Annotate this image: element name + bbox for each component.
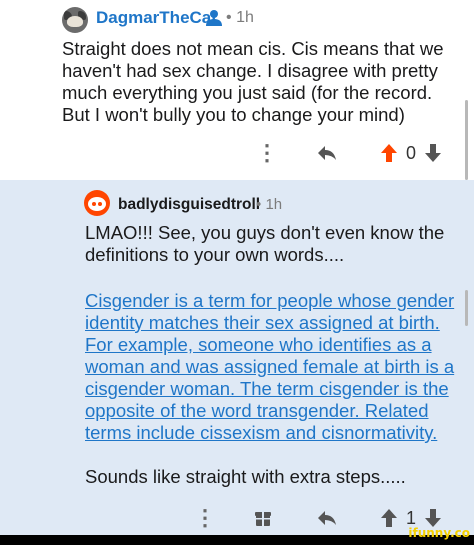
avatar-eye [98,202,102,206]
comment-author[interactable]: DagmarTheCat [96,8,217,28]
more-options-icon[interactable]: ⋮ [256,141,278,165]
comment-meta: • 1h [256,196,283,213]
comment-meta: • 1h [226,9,254,26]
user-avatar[interactable] [62,7,88,33]
reply-icon[interactable] [316,508,338,528]
upvote-icon[interactable] [380,143,398,163]
avatar-face [67,16,83,27]
upvote-icon[interactable] [380,508,398,528]
user-profile-icon [206,10,222,26]
gift-icon[interactable] [254,508,272,528]
user-avatar[interactable] [84,190,110,216]
watermark: ifunny.co [408,526,470,540]
reply-comment: badlydisguisedtroll • 1h LMAO!!! See, yo… [0,180,474,535]
downvote-icon[interactable] [424,508,442,528]
more-options-icon[interactable]: ⋮ [194,506,216,530]
avatar-head [88,197,106,211]
downvote-icon[interactable] [424,143,442,163]
scrollbar[interactable] [465,290,468,326]
reply-icon[interactable] [316,143,338,163]
comment-body-outro: Sounds like straight with extra steps...… [85,466,406,487]
avatar-eye [92,202,96,206]
comment-body: Straight does not mean cis. Cis means th… [62,38,444,125]
comment-actions: ⋮ 0 [240,141,470,169]
scrollbar[interactable] [465,100,468,180]
comment-body-intro: LMAO!!! See, you guys don't even know th… [85,222,445,265]
quoted-definition-link[interactable]: Cisgender is a term for people whose gen… [85,290,465,444]
footer-bar [0,535,474,545]
parent-comment: DagmarTheCat • 1h Straight does not mean… [0,0,474,180]
vote-score: 0 [405,143,416,163]
comment-author[interactable]: badlydisguisedtroll [118,195,260,215]
